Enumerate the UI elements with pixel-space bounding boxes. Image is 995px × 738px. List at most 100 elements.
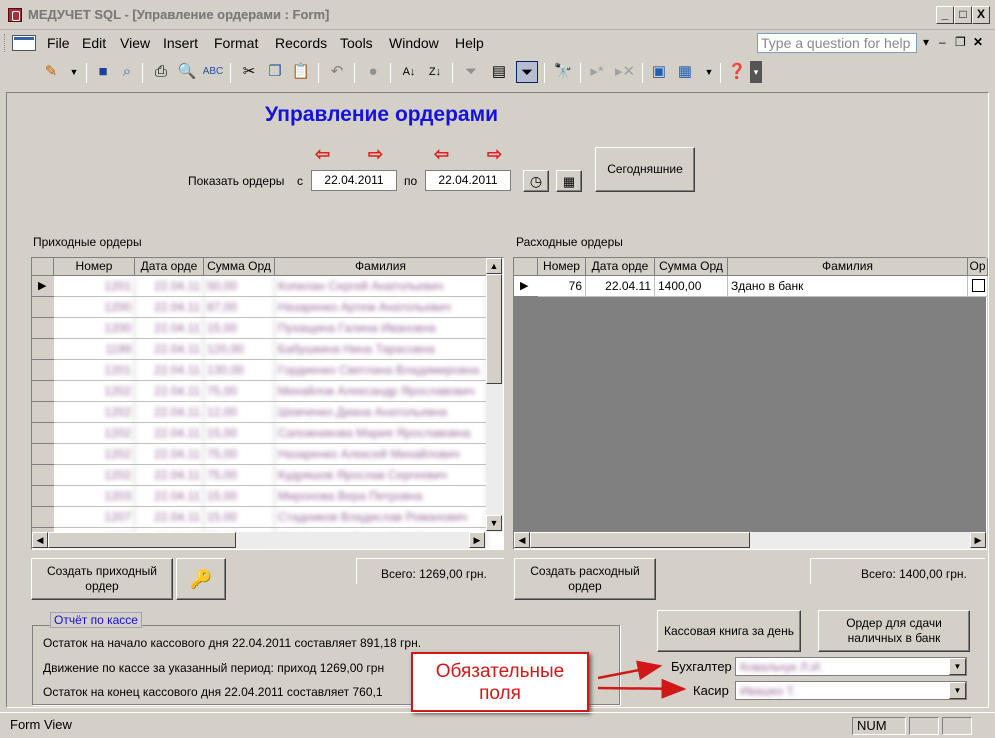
cell-number[interactable]: 1202	[54, 423, 135, 443]
col-header-date[interactable]: Дата орде	[135, 258, 204, 276]
cell-date[interactable]: 22.04.11	[135, 276, 204, 296]
order-checkbox[interactable]	[972, 279, 985, 292]
help-dropdown-icon[interactable]: ▾	[923, 35, 929, 49]
col-header-sum[interactable]: Сумма Орд	[204, 258, 275, 276]
scroll-down-icon[interactable]: ▼	[486, 515, 502, 531]
cell-number[interactable]: 1201	[54, 276, 135, 296]
menu-tools[interactable]: Tools	[340, 35, 373, 51]
cell-date[interactable]: 22.04.11	[135, 339, 204, 359]
doc-restore-button[interactable]: ❐	[955, 35, 966, 49]
menu-help[interactable]: Help	[455, 35, 484, 51]
cell-number[interactable]: 1200	[54, 318, 135, 338]
help-search-input[interactable]: Type a question for help	[757, 33, 917, 53]
table-row[interactable]: 1202 22.04.11 75,00 Назаренко Алексей Михай…	[54, 444, 487, 465]
cell-number[interactable]: 1202	[54, 444, 135, 464]
scroll-thumb[interactable]	[486, 274, 502, 384]
row-selector[interactable]	[32, 444, 54, 465]
scroll-left-icon[interactable]: ◀	[32, 532, 48, 548]
cell-surname[interactable]: Миронова Вера Петровна	[275, 486, 487, 506]
row-selector[interactable]	[32, 360, 54, 381]
cell-surname[interactable]: Назаренко Алексей Михайлович	[275, 444, 487, 464]
row-selector[interactable]	[32, 465, 54, 486]
new-object-dropdown-icon[interactable]: ▼	[698, 61, 720, 83]
col-header-date[interactable]: Дата орде	[586, 258, 655, 276]
new-object-icon[interactable]: ▦	[674, 61, 696, 83]
table-row[interactable]: 1200 22.04.11 87,00 Назаренко Артем Анатоль…	[54, 297, 487, 318]
chevron-down-icon[interactable]: ▼	[949, 658, 966, 675]
cash-book-button[interactable]: Кассовая книга за день	[657, 610, 801, 652]
cell-surname[interactable]: Стадников Владислав Романович	[275, 507, 487, 527]
cell-number[interactable]: 1201	[54, 360, 135, 380]
scroll-thumb[interactable]	[48, 532, 236, 548]
file-search-icon[interactable]: ⌕	[116, 61, 138, 83]
cell-date[interactable]: 22.04.11	[135, 297, 204, 317]
cell-number[interactable]: 1202	[54, 381, 135, 401]
row-selector[interactable]	[32, 507, 54, 528]
date-to-prev-arrow[interactable]: ⇦	[434, 144, 449, 165]
create-income-order-button[interactable]: Создать приходный ордер	[31, 558, 173, 600]
cell-sum[interactable]: 50,00	[204, 276, 275, 296]
cell-date[interactable]: 22.04.11	[135, 381, 204, 401]
menu-file[interactable]: File	[47, 35, 70, 51]
cell-surname[interactable]: Гордиенко Светлана Владимировна	[275, 360, 487, 380]
apply-filter-icon[interactable]: ⏷	[516, 61, 538, 83]
cell-surname[interactable]: Копилан Сергей Анатольевич	[275, 276, 487, 296]
hyperlink-icon[interactable]: ●	[362, 61, 384, 83]
cell-surname[interactable]: Бабушкина Нина Тарасовна	[275, 339, 487, 359]
table-row[interactable]: 1207 22.04.11 15,00 Стадников Владислав Ром…	[54, 507, 487, 528]
paste-icon[interactable]: 📋	[290, 61, 312, 83]
col-header-number[interactable]: Номер	[538, 258, 586, 276]
cell-date[interactable]: 22.04.11	[135, 486, 204, 506]
grid-corner[interactable]	[514, 258, 538, 276]
sort-descending-icon[interactable]: Z↓	[424, 61, 446, 83]
row-selector[interactable]	[32, 402, 54, 423]
grid-corner[interactable]	[32, 258, 54, 276]
cell-sum[interactable]: 15,00	[204, 318, 275, 338]
table-row[interactable]: 1201 22.04.11 50,00 Копилан Сергей Анатолье…	[54, 276, 487, 297]
chevron-down-icon[interactable]: ▼	[949, 682, 966, 699]
table-row[interactable]: 1202 22.04.11 12,00 Шевченко Диана Анатолье…	[54, 402, 487, 423]
filter-by-selection-icon[interactable]: ⏷	[460, 61, 482, 83]
view-dropdown-icon[interactable]: ▼	[63, 61, 85, 83]
table-row[interactable]: 1199 22.04.11 120,00 Бабушкина Нина Тарасов…	[54, 339, 487, 360]
date-from-field[interactable]: 22.04.2011	[311, 170, 397, 191]
cashier-select[interactable]: Ивашко Т. ▼	[735, 681, 967, 700]
cell-date[interactable]: 22.04.11	[135, 444, 204, 464]
bank-deposit-order-button[interactable]: Ордер для сдачи наличных в банк	[818, 610, 970, 652]
cell-number[interactable]: 1199	[54, 339, 135, 359]
doc-minimize-button[interactable]: –	[939, 35, 946, 49]
row-selector[interactable]: ▶	[514, 276, 538, 297]
cell-surname[interactable]: Сапожникова Мария Ярославовна	[275, 423, 487, 443]
cell-number[interactable]: 1203	[54, 486, 135, 506]
row-selector[interactable]	[32, 423, 54, 444]
table-row[interactable]: 1203 22.04.11 15,00 Миронова Вера Петровна	[54, 486, 487, 507]
cell-sum[interactable]: 87,00	[204, 297, 275, 317]
help-icon[interactable]: ❓	[726, 61, 748, 83]
menu-records[interactable]: Records	[275, 35, 327, 51]
scroll-right-icon[interactable]: ▶	[469, 532, 485, 548]
new-record-icon[interactable]: ▸*	[586, 61, 608, 83]
cell-sum[interactable]: 12,00	[204, 402, 275, 422]
col-header-number[interactable]: Номер	[54, 258, 135, 276]
menu-insert[interactable]: Insert	[163, 35, 198, 51]
cell-date[interactable]: 22.04.11	[135, 318, 204, 338]
col-header-surname[interactable]: Фамилия	[275, 258, 487, 276]
cell-sum[interactable]: 15,00	[204, 486, 275, 506]
clock-button[interactable]: ◷	[523, 170, 549, 192]
date-from-prev-arrow[interactable]: ⇦	[315, 144, 330, 165]
scroll-right-icon[interactable]: ▶	[970, 532, 986, 548]
col-header-order[interactable]: Ор	[968, 258, 988, 276]
sort-ascending-icon[interactable]: A↓	[398, 61, 420, 83]
cell-sum[interactable]: 130,00	[204, 360, 275, 380]
cell-date[interactable]: 22.04.11	[135, 423, 204, 443]
cell-surname[interactable]: Шевченко Диана Анатольевна	[275, 402, 487, 422]
scroll-left-icon[interactable]: ◀	[514, 532, 530, 548]
cell-number[interactable]: 1202	[54, 465, 135, 485]
design-view-icon[interactable]: ✎	[40, 61, 62, 83]
cell-date[interactable]: 22.04.11	[586, 276, 655, 296]
cell-sum[interactable]: 120,00	[204, 339, 275, 359]
row-selector[interactable]	[32, 318, 54, 339]
maximize-button[interactable]: □	[954, 6, 972, 24]
cell-date[interactable]: 22.04.11	[135, 402, 204, 422]
today-button[interactable]: Сегодняшние	[595, 147, 695, 192]
